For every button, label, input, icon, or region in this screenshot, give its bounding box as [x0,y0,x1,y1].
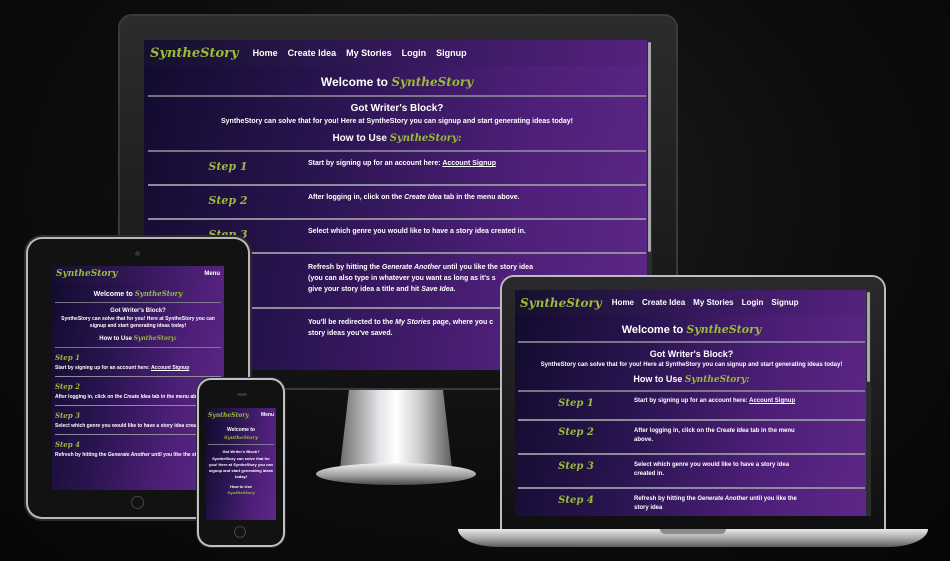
step-1-label: Step 1 [208,160,248,173]
writers-block-heading: Got Writer's Block? [350,103,444,114]
step-1-text: Start by signing up for an account here:… [308,160,496,167]
account-signup-link[interactable]: Account Signup [749,398,795,404]
nav-my-stories[interactable]: My Stories [346,48,392,58]
step-row-2: Step 2 After logging in, click on the Cr… [55,377,221,406]
divider [208,444,274,445]
writers-block-heading: Got Writer's Block? [222,449,260,454]
divider [518,341,865,343]
welcome-title: Welcome to SyntheStory [148,75,646,89]
welcome-title: Welcome to SyntheStory [621,323,762,336]
laptop-device: SyntheStory Home Create Idea My Stories … [502,277,884,531]
tablet-navbar: SyntheStory Menu [52,266,224,282]
how-to-use-heading: How to Use SyntheStory: [99,335,177,342]
laptop-main: Welcome to SyntheStory Got Writer's Bloc… [515,323,871,516]
account-signup-link[interactable]: Account Signup [442,160,496,167]
writers-block-heading: Got Writer's Block? [649,349,734,359]
step-3-label: Step 3 [558,461,594,472]
step-1-label: Step 1 [55,353,80,362]
step-row-2: Step 2 After logging in, click on the Cr… [148,186,646,220]
divider [518,390,865,392]
how-to-use-heading: How to Use SyntheStory: [148,133,646,144]
welcome-brand: SyntheStory [391,75,474,89]
divider [55,302,221,303]
step-4-text: Refresh by hitting the Generate Another … [634,496,797,511]
welcome-prefix: Welcome to [320,75,388,89]
tablet-home-button[interactable] [131,496,144,509]
step-1-text: Start by signing up for an account here:… [55,365,190,371]
step-5-text: You'll be redirected to the My Stories p… [308,319,494,337]
step-2-text: After logging in, click on the Create Id… [634,428,795,443]
welcome-title: Welcome to SyntheStory [223,427,259,441]
nav-signup[interactable]: Signup [436,48,467,58]
nav-home[interactable]: Home [612,298,634,307]
how-to-use-heading: How to Use SyntheStory: [633,374,750,385]
laptop-notch [660,529,726,534]
step-3-text: Select which genre you would like to hav… [55,423,211,429]
step-2-label: Step 2 [208,194,248,207]
menu-button[interactable]: Menu [261,412,274,418]
step-3-text: Select which genre you would like to hav… [308,228,526,235]
nav-signup[interactable]: Signup [771,298,798,307]
step-2-text: After logging in, click on the Create Id… [308,194,520,201]
nav-create-idea[interactable]: Create Idea [642,298,685,307]
phone-device: SyntheStory Menu Welcome to SyntheStory … [199,380,283,545]
step-row-1: Step 1 Start by signing up for an accoun… [148,152,646,186]
step-row-4: Step 4 Refresh by hitting the Generate A… [518,489,865,516]
intro-text: SyntheStory can solve that for you! Here… [540,362,843,368]
step-row-1: Step 1 Start by signing up for an accoun… [55,348,221,377]
step-3-label: Step 3 [55,411,80,420]
nav-my-stories[interactable]: My Stories [693,298,733,307]
writers-block-heading: Got Writer's Block? [110,308,166,314]
nav-create-idea[interactable]: Create Idea [288,48,337,58]
account-signup-link[interactable]: Account Signup [151,365,189,371]
step-2-label: Step 2 [558,427,594,438]
phone-site: SyntheStory Menu Welcome to SyntheStory … [206,408,276,520]
brand-logo[interactable]: SyntheStory [150,46,239,61]
step-1-text: Start by signing up for an account here:… [634,398,796,404]
step-4-text: Refresh by hitting the Generate Another … [55,452,216,458]
phone-home-button[interactable] [234,526,246,538]
step-row-4: Step 4 Refresh by hitting the Generate A… [55,435,221,463]
phone-main: Welcome to SyntheStory Got Writer's Bloc… [206,426,276,496]
step-2-label: Step 2 [55,382,80,391]
phone-speaker [237,393,247,396]
monitor-stand [340,390,452,468]
divider [148,150,646,152]
menu-button[interactable]: Menu [204,271,220,277]
nav-login[interactable]: Login [402,48,427,58]
step-2-text: After logging in, click on the Create Id… [55,394,207,400]
intro-text: SyntheStory can solve that for you! Here… [220,118,574,125]
how-to-use-heading: How to Use SyntheStory [227,484,255,495]
howto-colon: : [457,133,462,144]
intro-text: SyntheStory can solve that for you! Here… [208,456,273,479]
welcome-title: Welcome to SyntheStory [93,289,183,298]
step-4-text: Refresh by hitting the Generate Another … [308,264,533,293]
laptop-navbar: SyntheStory Home Create Idea My Stories … [515,290,871,315]
monitor-stand-base [316,463,476,485]
desktop-navbar: SyntheStory Home Create Idea My Stories … [144,40,652,66]
laptop-site: SyntheStory Home Create Idea My Stories … [515,290,871,516]
step-row-3: Step 3 Select which genre you would like… [55,406,221,435]
step-4-label: Step 4 [55,440,80,449]
step-row-3: Step 3 Select which genre you would like… [518,455,865,489]
intro-text: SyntheStory can solve that for you! Here… [61,316,215,329]
step-row-1: Step 1 Start by signing up for an accoun… [518,392,865,421]
phone-navbar: SyntheStory Menu [206,408,276,422]
nav-login[interactable]: Login [742,298,764,307]
step-3-text: Select which genre you would like to hav… [634,462,790,477]
divider [148,95,646,97]
brand-logo[interactable]: SyntheStory [520,296,602,310]
tablet-camera [135,251,140,256]
divider [55,347,221,348]
device-mockup-stage: SyntheStory Home Create Idea My Stories … [0,0,950,561]
step-1-label: Step 1 [558,398,594,409]
step-row-2: Step 2 After logging in, click on the Cr… [518,421,865,455]
laptop-scrollbar[interactable] [866,290,871,516]
step-4-label: Step 4 [558,495,594,506]
brand-logo[interactable]: SyntheStory [208,412,249,419]
brand-logo[interactable]: SyntheStory [56,269,117,279]
howto-brand: SyntheStory [389,133,458,144]
howto-prefix: How to Use [332,133,387,144]
nav-home[interactable]: Home [253,48,278,58]
